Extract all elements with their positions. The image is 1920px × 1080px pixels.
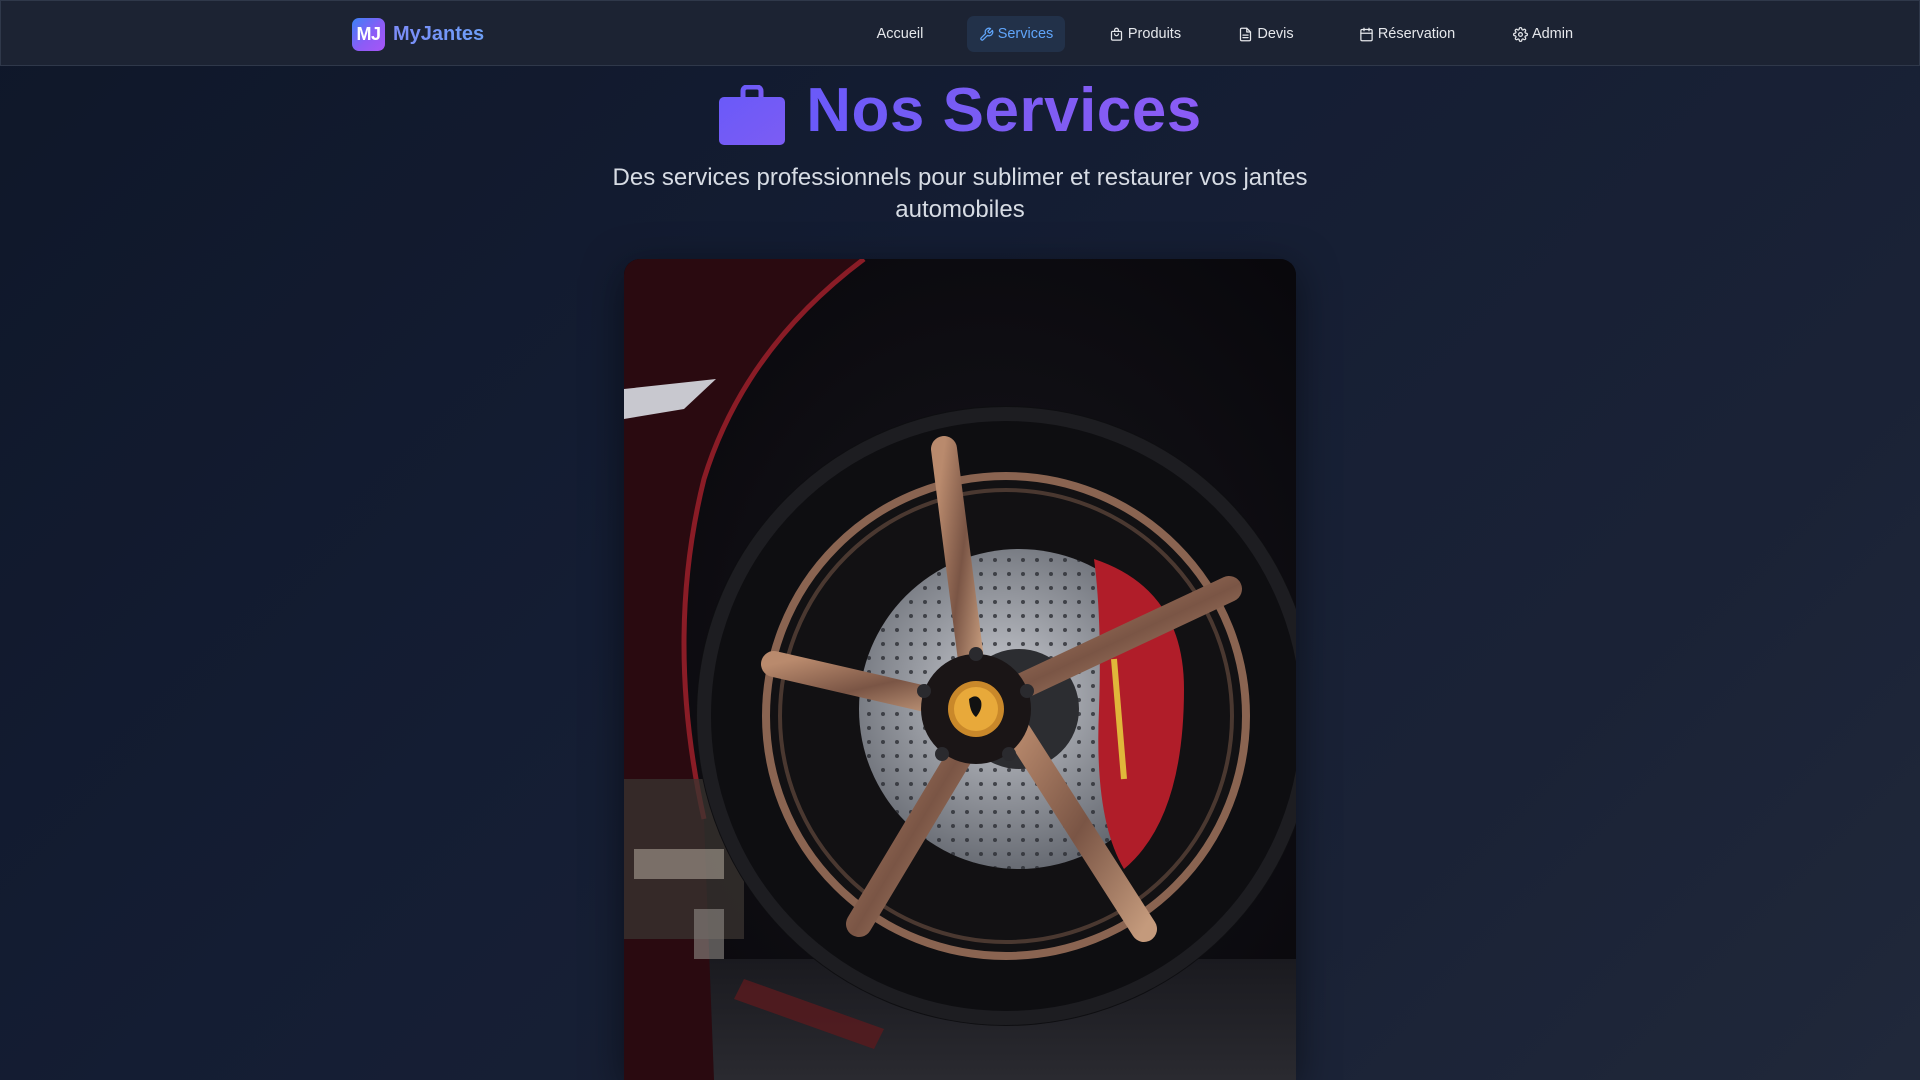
navbar: MJ MyJantes Accueil Services Produits De… bbox=[0, 0, 1920, 66]
calendar-icon bbox=[1360, 27, 1373, 41]
nav-item-label: Produits bbox=[1127, 26, 1182, 42]
nav-item-devis[interactable]: Devis bbox=[1225, 16, 1307, 52]
briefcase-icon bbox=[719, 85, 786, 145]
nav-item-services[interactable]: Services bbox=[967, 16, 1065, 52]
wrench-icon bbox=[979, 27, 994, 41]
shopping-bag-icon bbox=[1110, 27, 1123, 41]
gear-icon bbox=[1512, 26, 1528, 42]
page-subtitle: Des services professionnels pour sublime… bbox=[612, 164, 1308, 223]
nav-item-admin[interactable]: Admin bbox=[1491, 16, 1595, 52]
nav-item-reservation[interactable]: Réservation bbox=[1339, 16, 1475, 52]
nav-item-label: Réservation bbox=[1377, 26, 1456, 42]
nav-item-produits[interactable]: Produits bbox=[1097, 16, 1193, 52]
car-wheel-photo bbox=[624, 259, 1296, 1080]
nav-item-label: Services bbox=[997, 26, 1054, 42]
brand-name: MyJantes bbox=[393, 22, 485, 45]
nav-item-label: Accueil bbox=[876, 26, 924, 42]
car-wheel-illustration bbox=[624, 259, 1296, 1080]
nav-item-label: Devis bbox=[1257, 26, 1294, 42]
document-icon bbox=[1240, 27, 1252, 41]
nav-item-label: Admin bbox=[1531, 26, 1574, 42]
page-title: Nos Services bbox=[0, 72, 1920, 148]
brand-logo[interactable]: MJ MyJantes bbox=[352, 17, 484, 51]
nav-item-accueil[interactable]: Accueil bbox=[865, 16, 935, 52]
page-title-text: Nos Services bbox=[806, 75, 1202, 145]
brand-badge: MJ bbox=[352, 17, 385, 51]
